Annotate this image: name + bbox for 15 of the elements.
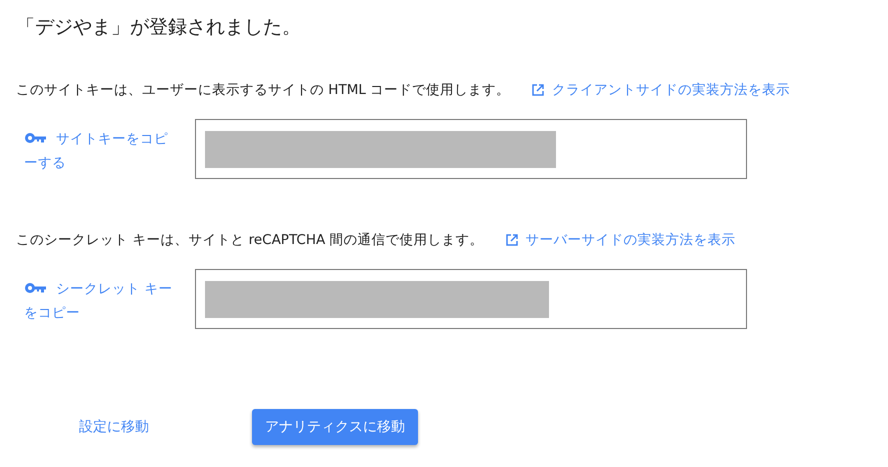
copy-key-link[interactable]: シークレット キーをコピー <box>24 277 174 325</box>
analytics-button[interactable]: アナリティクスに移動 <box>252 409 418 445</box>
external-link-icon <box>506 234 518 246</box>
key-icon <box>24 132 46 144</box>
implementation-link[interactable]: サーバーサイドの実装方法を表示 <box>506 231 736 249</box>
key-field[interactable] <box>195 269 747 329</box>
key-description: このサイトキーは、ユーザーに表示するサイトの HTML コードで使用します。 <box>16 81 510 99</box>
key-description: このシークレット キーは、サイトと reCAPTCHA 間の通信で使用します。 <box>16 231 484 249</box>
key-field[interactable] <box>195 119 747 179</box>
page-title: 「デジやま」が登録されました。 <box>16 15 301 40</box>
copy-key-link[interactable]: サイトキーをコピーする <box>24 127 174 175</box>
external-link-icon <box>532 84 544 96</box>
implementation-link[interactable]: クライアントサイドの実装方法を表示 <box>532 81 790 99</box>
settings-button[interactable]: 設定に移動 <box>66 409 162 445</box>
key-icon <box>24 282 46 294</box>
